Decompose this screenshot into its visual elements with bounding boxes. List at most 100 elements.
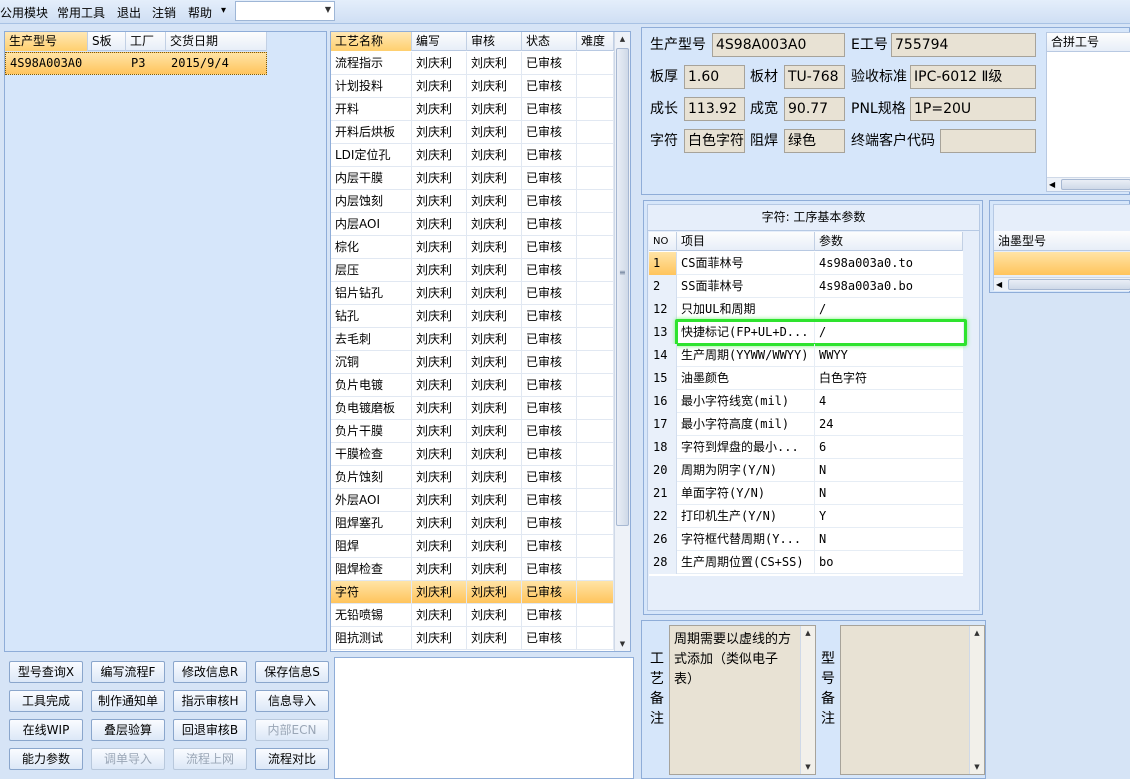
- merge-hscrollbar[interactable]: ◀: [1047, 177, 1130, 191]
- flow-online-button[interactable]: 流程上网: [173, 748, 247, 770]
- scrollbar-thumb[interactable]: [1061, 179, 1130, 190]
- table-row[interactable]: 负片电镀 刘庆利 刘庆利 已审核: [331, 374, 614, 397]
- scroll-up-icon[interactable]: ▲: [801, 626, 815, 640]
- table-row[interactable]: 内层干膜 刘庆利 刘庆利 已审核: [331, 167, 614, 190]
- capability-params-button[interactable]: 能力参数: [9, 748, 83, 770]
- table-row[interactable]: 铝片钻孔 刘庆利 刘庆利 已审核: [331, 282, 614, 305]
- table-row[interactable]: 负片蚀刻 刘庆利 刘庆利 已审核: [331, 466, 614, 489]
- process-col-reviewer[interactable]: 审核: [467, 32, 522, 51]
- table-row[interactable]: 棕化 刘庆利 刘庆利 已审核: [331, 236, 614, 259]
- table-row[interactable]: 22 打印机生产(Y/N) Y: [649, 505, 963, 528]
- table-row[interactable]: 负电镀磨板 刘庆利 刘庆利 已审核: [331, 397, 614, 420]
- table-row[interactable]: 钻孔 刘庆利 刘庆利 已审核: [331, 305, 614, 328]
- standard-field[interactable]: IPC-6012 Ⅱ级: [910, 65, 1036, 89]
- width-field[interactable]: 90.77: [784, 97, 845, 121]
- table-row[interactable]: 内层蚀刻 刘庆利 刘庆利 已审核: [331, 190, 614, 213]
- remark-scrollbar[interactable]: ▲ ▼: [800, 626, 815, 774]
- internal-ecn-button[interactable]: 内部ECN: [255, 719, 329, 741]
- table-row[interactable]: 15 油墨颜色 白色字符: [649, 367, 963, 390]
- params-col-no[interactable]: NO: [649, 232, 677, 251]
- write-flow-button[interactable]: 编写流程F: [91, 661, 165, 683]
- scroll-down-icon[interactable]: ▼: [615, 637, 630, 651]
- table-row[interactable]: LDI定位孔 刘庆利 刘庆利 已审核: [331, 144, 614, 167]
- table-row[interactable]: 1 CS面菲林号 4s98a003a0.to: [649, 252, 963, 275]
- table-row[interactable]: 14 生产周期(YYWW/WWYY) WWYY: [649, 344, 963, 367]
- scroll-down-icon[interactable]: ▼: [970, 760, 984, 774]
- table-row[interactable]: 外层AOI 刘庆利 刘庆利 已审核: [331, 489, 614, 512]
- table-row[interactable]: 层压 刘庆利 刘庆利 已审核: [331, 259, 614, 282]
- table-row[interactable]: 计划投料 刘庆利 刘庆利 已审核: [331, 75, 614, 98]
- model-remark-textarea[interactable]: ▲ ▼: [840, 625, 985, 775]
- table-row[interactable]: 阻抗测试 刘庆利 刘庆利 已审核: [331, 627, 614, 650]
- menu-more-arrow[interactable]: ▾: [221, 5, 226, 16]
- ink-col-model[interactable]: 油墨型号: [994, 231, 1130, 251]
- stack-calc-button[interactable]: 叠层验算: [91, 719, 165, 741]
- revert-review-button[interactable]: 回退审核B: [173, 719, 247, 741]
- orders-col-factory[interactable]: 工厂: [126, 32, 166, 51]
- table-row[interactable]: 开料后烘板 刘庆利 刘庆利 已审核: [331, 121, 614, 144]
- table-row[interactable]: 阻焊检查 刘庆利 刘庆利 已审核: [331, 558, 614, 581]
- table-row[interactable]: [994, 252, 1130, 275]
- length-field[interactable]: 113.92: [684, 97, 745, 121]
- eid-field[interactable]: 755794: [891, 33, 1036, 57]
- scroll-left-icon[interactable]: ◀: [1049, 180, 1055, 189]
- table-row[interactable]: 21 单面字符(Y/N) N: [649, 482, 963, 505]
- thickness-field[interactable]: 1.60: [684, 65, 745, 89]
- menu-public-modules[interactable]: 公用模块: [0, 4, 48, 21]
- table-row[interactable]: 负片干膜 刘庆利 刘庆利 已审核: [331, 420, 614, 443]
- table-row[interactable]: 内层AOI 刘庆利 刘庆利 已审核: [331, 213, 614, 236]
- menu-logout[interactable]: 注销: [152, 4, 176, 21]
- table-row[interactable]: 阻焊 刘庆利 刘庆利 已审核: [331, 535, 614, 558]
- scroll-down-icon[interactable]: ▼: [801, 760, 815, 774]
- table-row[interactable]: 流程指示 刘庆利 刘庆利 已审核: [331, 52, 614, 75]
- table-row[interactable]: 阻焊塞孔 刘庆利 刘庆利 已审核: [331, 512, 614, 535]
- remark-scrollbar[interactable]: ▲ ▼: [969, 626, 984, 774]
- table-row[interactable]: 2 SS面菲林号 4s98a003a0.bo: [649, 275, 963, 298]
- table-row[interactable]: 20 周期为阴字(Y/N) N: [649, 459, 963, 482]
- process-col-writer[interactable]: 编写: [412, 32, 467, 51]
- char-field[interactable]: 白色字符: [684, 129, 745, 153]
- material-field[interactable]: TU-768: [784, 65, 845, 89]
- process-col-name[interactable]: 工艺名称: [331, 32, 412, 51]
- params-col-value[interactable]: 参数: [815, 232, 963, 251]
- info-import-button[interactable]: 信息导入: [255, 690, 329, 712]
- process-col-difficulty[interactable]: 难度: [577, 32, 614, 51]
- table-row[interactable]: 16 最小字符线宽(mil) 4: [649, 390, 963, 413]
- tool-complete-button[interactable]: 工具完成: [9, 690, 83, 712]
- process-col-status[interactable]: 状态: [522, 32, 577, 51]
- model-field[interactable]: 4S98A003A0: [712, 33, 845, 57]
- mask-field[interactable]: 绿色: [784, 129, 845, 153]
- ink-hscrollbar[interactable]: ◀: [994, 277, 1130, 291]
- menu-exit[interactable]: 退出: [117, 4, 141, 21]
- table-row[interactable]: 开料 刘庆利 刘庆利 已审核: [331, 98, 614, 121]
- table-row[interactable]: 干膜检查 刘庆利 刘庆利 已审核: [331, 443, 614, 466]
- modify-info-button[interactable]: 修改信息R: [173, 661, 247, 683]
- indicator-review-button[interactable]: 指示审核H: [173, 690, 247, 712]
- scrollbar-thumb[interactable]: [1008, 279, 1130, 290]
- pnl-field[interactable]: 1P=20U: [910, 97, 1036, 121]
- table-row[interactable]: 28 生产周期位置(CS+SS) bo: [649, 551, 963, 574]
- model-query-button[interactable]: 型号查询X: [9, 661, 83, 683]
- merge-col-eid[interactable]: 合拼工号: [1047, 33, 1130, 52]
- orders-col-date[interactable]: 交货日期: [166, 32, 267, 51]
- process-remark-textarea[interactable]: 周期需要以虚线的方式添加（类似电子表） ▲ ▼: [669, 625, 816, 775]
- scroll-up-icon[interactable]: ▲: [615, 32, 630, 46]
- customer-field[interactable]: [940, 129, 1036, 153]
- table-row[interactable]: 18 字符到焊盘的最小... 6: [649, 436, 963, 459]
- flow-compare-button[interactable]: 流程对比: [255, 748, 329, 770]
- orders-col-s[interactable]: S板: [88, 32, 126, 51]
- table-row[interactable]: 17 最小字符高度(mil) 24: [649, 413, 963, 436]
- menu-common-tools[interactable]: 常用工具: [57, 4, 105, 21]
- online-wip-button[interactable]: 在线WIP: [9, 719, 83, 741]
- orders-col-model[interactable]: 生产型号: [5, 32, 88, 51]
- make-notice-button[interactable]: 制作通知单: [91, 690, 165, 712]
- order-import-button[interactable]: 调单导入: [91, 748, 165, 770]
- table-row[interactable]: 沉铜 刘庆利 刘庆利 已审核: [331, 351, 614, 374]
- table-row[interactable]: 4S98A003A0 P3 2015/9/4: [5, 52, 267, 75]
- scroll-up-icon[interactable]: ▲: [970, 626, 984, 640]
- params-col-item[interactable]: 项目: [677, 232, 815, 251]
- table-row[interactable]: 12 只加UL和周期 /: [649, 298, 963, 321]
- menu-help[interactable]: 帮助: [188, 4, 212, 21]
- table-row[interactable]: 去毛刺 刘庆利 刘庆利 已审核: [331, 328, 614, 351]
- table-row[interactable]: 字符 刘庆利 刘庆利 已审核: [331, 581, 614, 604]
